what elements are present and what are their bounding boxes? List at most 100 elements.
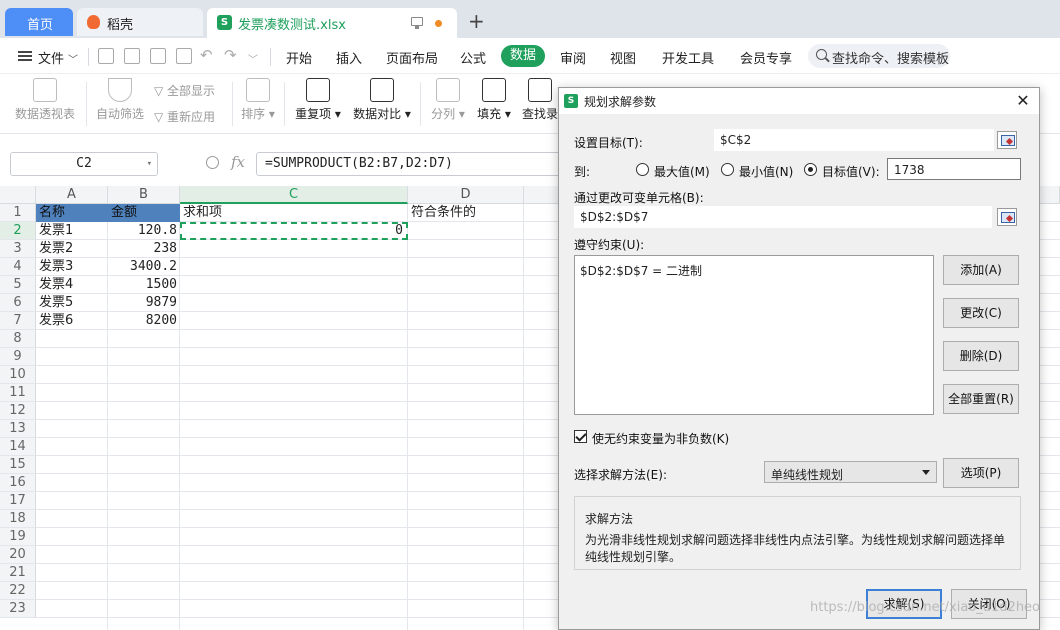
print-preview-icon[interactable] <box>176 48 192 64</box>
cell-a2[interactable]: 发票1 <box>36 222 108 240</box>
column-header-d[interactable]: D <box>408 186 524 204</box>
menu-file[interactable]: 文件 <box>38 48 64 67</box>
new-tab-button[interactable]: + <box>468 11 485 31</box>
options-button[interactable]: 选项(P) <box>943 458 1019 488</box>
constraint-item[interactable]: $D$2:$D$7 = 二进制 <box>580 262 702 279</box>
cell-c1[interactable]: 求和项 <box>180 204 408 222</box>
fill-button[interactable]: 填充 ▾ <box>474 78 514 122</box>
undo-icon[interactable]: ↶ <box>200 46 213 64</box>
cell-b5[interactable]: 1500 <box>108 276 180 294</box>
text-to-columns-button[interactable]: 分列 ▾ <box>428 78 468 122</box>
row-header-19[interactable]: 19 <box>0 528 36 546</box>
row-header-23[interactable]: 23 <box>0 600 36 618</box>
cell-a3[interactable]: 发票2 <box>36 240 108 258</box>
row-header-3[interactable]: 3 <box>0 240 36 258</box>
row-header-6[interactable]: 6 <box>0 294 36 312</box>
command-search[interactable]: 查找命令、搜索模板 <box>808 44 950 68</box>
row-header-1[interactable]: 1 <box>0 204 36 222</box>
save-icon[interactable] <box>98 48 114 64</box>
print-icon[interactable] <box>150 48 166 64</box>
row-header-8[interactable]: 8 <box>0 330 36 348</box>
pivot-table-button[interactable]: 数据透视表 <box>12 78 78 122</box>
redo-icon[interactable]: ↷ <box>224 46 237 64</box>
change-constraint-button[interactable]: 更改(C) <box>943 298 1019 328</box>
tab-docer[interactable]: 稻壳 <box>77 8 203 36</box>
objective-input[interactable]: $C$2 <box>714 129 994 151</box>
cell-a6[interactable]: 发票5 <box>36 294 108 312</box>
solver-title-bar[interactable]: S 规划求解参数 ✕ <box>559 88 1039 114</box>
solving-method-select[interactable]: 单纯线性规划 <box>764 461 937 483</box>
menu-insert[interactable]: 插入 <box>336 48 362 67</box>
select-all-corner[interactable] <box>0 186 36 204</box>
cell-b6[interactable]: 9879 <box>108 294 180 312</box>
add-constraint-button[interactable]: 添加(A) <box>943 255 1019 285</box>
row-header-14[interactable]: 14 <box>0 438 36 456</box>
row-header-17[interactable]: 17 <box>0 492 36 510</box>
nonnegative-checkbox[interactable] <box>574 430 587 443</box>
changing-cells-range-picker-icon[interactable] <box>997 208 1017 226</box>
cell-b4[interactable]: 3400.2 <box>108 258 180 276</box>
menu-review[interactable]: 审阅 <box>560 48 586 67</box>
menu-home[interactable]: 开始 <box>286 48 312 67</box>
monitor-icon[interactable] <box>411 17 423 29</box>
row-header-18[interactable]: 18 <box>0 510 36 528</box>
constraints-list[interactable]: $D$2:$D$7 = 二进制 <box>574 255 934 415</box>
close-icon[interactable]: ✕ <box>1011 90 1035 112</box>
delete-constraint-button[interactable]: 删除(D) <box>943 341 1019 371</box>
menu-formulas[interactable]: 公式 <box>460 48 486 67</box>
sort-button[interactable]: 排序 ▾ <box>238 78 278 122</box>
column-header-a[interactable]: A <box>36 186 108 204</box>
quick-access-chevron-icon[interactable]: ﹀ <box>248 51 258 66</box>
fx-icon[interactable]: fx <box>231 153 245 171</box>
row-header-21[interactable]: 21 <box>0 564 36 582</box>
cell-a4[interactable]: 发票3 <box>36 258 108 276</box>
column-header-c[interactable]: C <box>180 186 408 204</box>
cell-b2[interactable]: 120.8 <box>108 222 180 240</box>
formula-input[interactable]: =SUMPRODUCT(B2:B7,D2:D7) <box>256 152 566 176</box>
tab-workbook[interactable]: S 发票凑数测试.xlsx <box>207 8 457 38</box>
cell-b1[interactable]: 金额 <box>108 204 180 222</box>
chevron-down-icon[interactable]: ﹀ <box>68 51 78 66</box>
hamburger-menu-icon[interactable] <box>18 51 32 61</box>
menu-developer[interactable]: 开发工具 <box>662 48 714 67</box>
row-header-10[interactable]: 10 <box>0 366 36 384</box>
objective-range-picker-icon[interactable] <box>997 131 1017 149</box>
radio-value-of[interactable] <box>804 163 817 176</box>
row-header-7[interactable]: 7 <box>0 312 36 330</box>
row-header-22[interactable]: 22 <box>0 582 36 600</box>
row-header-13[interactable]: 13 <box>0 420 36 438</box>
row-header-16[interactable]: 16 <box>0 474 36 492</box>
cell-d1[interactable]: 符合条件的 <box>408 204 558 222</box>
reapply-button[interactable]: ▽ 重新应用 <box>154 108 215 125</box>
radio-max[interactable] <box>636 163 649 176</box>
menu-view[interactable]: 视图 <box>610 48 636 67</box>
row-header-9[interactable]: 9 <box>0 348 36 366</box>
menu-page-layout[interactable]: 页面布局 <box>386 48 438 67</box>
row-header-15[interactable]: 15 <box>0 456 36 474</box>
export-pdf-icon[interactable] <box>124 48 140 64</box>
row-header-20[interactable]: 20 <box>0 546 36 564</box>
cell-a7[interactable]: 发票6 <box>36 312 108 330</box>
target-value-input[interactable]: 1738 <box>887 158 1021 180</box>
row-header-5[interactable]: 5 <box>0 276 36 294</box>
tab-home[interactable]: 首页 <box>5 8 73 36</box>
cell-a1[interactable]: 名称 <box>36 204 108 222</box>
cell-b3[interactable]: 238 <box>108 240 180 258</box>
show-all-button[interactable]: ▽ 全部显示 <box>154 82 215 99</box>
radio-min[interactable] <box>721 163 734 176</box>
row-header-4[interactable]: 4 <box>0 258 36 276</box>
autofilter-button[interactable]: 自动筛选 <box>92 78 148 122</box>
name-box[interactable]: C2 ▾ <box>10 152 158 176</box>
menu-member[interactable]: 会员专享 <box>740 48 792 67</box>
menu-data[interactable]: 数据 <box>501 45 545 67</box>
duplicates-button[interactable]: 重复项 ▾ <box>292 78 344 122</box>
row-header-11[interactable]: 11 <box>0 384 36 402</box>
row-header-2[interactable]: 2 <box>0 222 36 240</box>
cell-b7[interactable]: 8200 <box>108 312 180 330</box>
data-compare-button[interactable]: 数据对比 ▾ <box>350 78 414 122</box>
name-box-dropdown-icon[interactable]: ▾ <box>147 153 152 175</box>
column-header-b[interactable]: B <box>108 186 180 204</box>
row-header-12[interactable]: 12 <box>0 402 36 420</box>
find-entry-button[interactable]: 查找录 <box>520 78 560 122</box>
changing-cells-input[interactable]: $D$2:$D$7 <box>574 206 992 228</box>
